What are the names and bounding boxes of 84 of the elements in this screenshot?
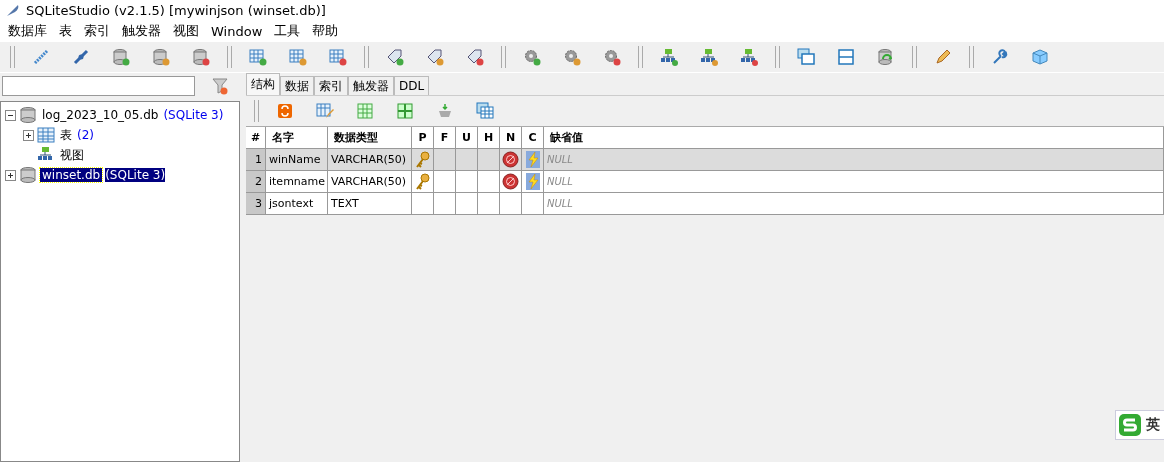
index-add-icon <box>386 48 404 66</box>
menu-item[interactable]: 帮助 <box>306 22 345 40</box>
null-value: NULL <box>547 198 573 209</box>
table-edit-icon <box>289 48 307 66</box>
disconnect-icon <box>72 48 90 66</box>
column-header: # <box>246 127 266 148</box>
version-label: (SQLite 3) <box>163 108 224 122</box>
plus-icon[interactable] <box>5 169 16 181</box>
menu-item[interactable]: 数据库 <box>2 22 53 40</box>
funnel-icon <box>211 77 230 95</box>
menu-item[interactable]: 工具 <box>268 22 307 40</box>
tab[interactable]: 索引 <box>314 76 348 95</box>
version-label: (SQLite 3) <box>105 168 166 182</box>
column-add-icon <box>356 102 374 120</box>
tree-item[interactable]: 表 <box>58 126 74 144</box>
tree-item[interactable]: log_2023_10_05.db <box>40 108 161 122</box>
tab[interactable]: 数据 <box>280 76 314 95</box>
table-cell: VARCHAR(50) <box>328 149 412 170</box>
index-delete-icon <box>466 48 484 66</box>
gear-add-icon <box>523 48 541 66</box>
filter-field[interactable] <box>2 76 195 96</box>
tree-item[interactable]: winset.db <box>40 168 103 182</box>
minus-icon[interactable] <box>5 109 16 121</box>
column-header: 名字 <box>266 127 328 148</box>
windows-icon <box>797 48 815 66</box>
gear-edit-icon <box>563 48 581 66</box>
pencil-icon <box>934 48 952 66</box>
database-edit-icon <box>152 48 170 66</box>
menu-item[interactable]: 索引 <box>78 22 116 40</box>
null-value: NULL <box>547 154 573 165</box>
tab[interactable]: 结构 <box>246 73 280 95</box>
column-header: P <box>412 127 434 148</box>
null-value: NULL <box>547 176 573 187</box>
tables-icon <box>476 102 494 120</box>
column-header: U <box>456 127 478 148</box>
column-header: 数据类型 <box>328 127 412 148</box>
tab[interactable]: DDL <box>394 76 430 95</box>
table-cell: TEXT <box>328 193 412 214</box>
tab[interactable]: 触发器 <box>348 76 394 95</box>
tree-item[interactable]: 视图 <box>58 146 86 164</box>
column-header: 缺省值 <box>544 127 1164 148</box>
table-delete-icon <box>329 48 347 66</box>
menu-item[interactable]: Window <box>205 23 269 39</box>
table-cell: winName <box>266 149 328 170</box>
wrench-icon <box>991 48 1009 66</box>
database-delete-icon <box>192 48 210 66</box>
row-number: 3 <box>246 193 266 214</box>
menu-item[interactable]: 表 <box>53 22 78 40</box>
column-move-icon <box>396 102 414 120</box>
ime-logo-icon <box>1118 413 1142 437</box>
cube-icon <box>1031 48 1049 66</box>
table-icon <box>37 126 55 144</box>
column-header: N <box>500 127 522 148</box>
menu-item[interactable]: 视图 <box>167 22 205 40</box>
database-add-icon <box>112 48 130 66</box>
basket-icon <box>436 102 454 120</box>
view-edit-icon <box>700 48 718 66</box>
window-icon <box>837 48 855 66</box>
plus-icon[interactable] <box>23 129 34 141</box>
database-icon <box>19 166 37 184</box>
view-add-icon <box>660 48 678 66</box>
index-edit-icon <box>426 48 444 66</box>
connect-icon <box>32 48 50 66</box>
row-number: 1 <box>246 149 266 170</box>
menu-item[interactable]: 触发器 <box>116 22 167 40</box>
table-cell: itemname <box>266 171 328 192</box>
refresh-icon <box>877 48 895 66</box>
table-edit-icon <box>316 102 334 120</box>
table-add-icon <box>249 48 267 66</box>
table-cell: VARCHAR(50) <box>328 171 412 192</box>
view-delete-icon <box>740 48 758 66</box>
window-title: SQLiteStudio (v2.1.5) [mywinjson (winset.db)] <box>26 2 326 18</box>
gear-delete-icon <box>603 48 621 66</box>
ime-mode-label: 英 <box>1146 416 1160 434</box>
column-header: H <box>478 127 500 148</box>
refresh-icon <box>276 102 294 120</box>
row-number: 2 <box>246 171 266 192</box>
ime-indicator[interactable]: 英 <box>1115 410 1164 440</box>
feather-icon <box>6 3 20 17</box>
column-header: F <box>434 127 456 148</box>
count-label: (2) <box>77 128 94 142</box>
table-cell: jsontext <box>266 193 328 214</box>
column-header: C <box>522 127 544 148</box>
database-icon <box>19 106 37 124</box>
